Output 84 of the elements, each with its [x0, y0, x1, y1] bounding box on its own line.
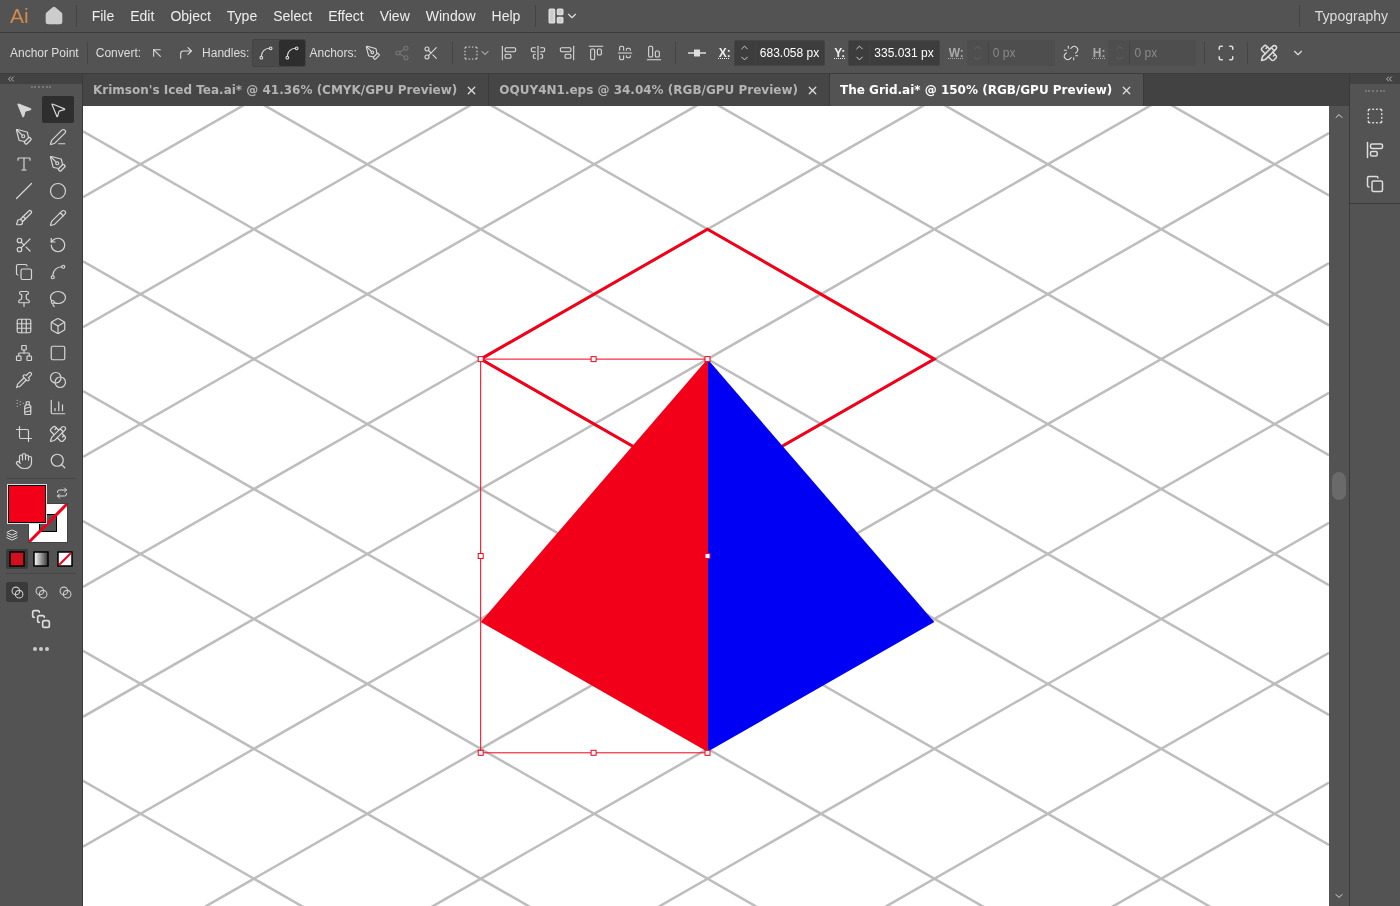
color-mode-button[interactable]	[6, 549, 28, 569]
field-label: X:	[718, 46, 731, 60]
handles-label: Handles:	[202, 46, 250, 60]
artboard-canvas[interactable]	[83, 106, 1329, 906]
collapse-icon[interactable]	[1384, 74, 1394, 84]
transform-icon	[1217, 44, 1236, 62]
tool-button[interactable]	[42, 96, 74, 123]
broken-link-icon	[1062, 45, 1079, 61]
color-mode-button[interactable]	[54, 549, 76, 569]
collapse-icon[interactable]	[6, 74, 16, 84]
none-square-icon	[57, 551, 73, 567]
handle-curve-icon	[258, 45, 275, 61]
number-field[interactable]: 335.031 px	[848, 40, 940, 66]
brush-icon	[15, 208, 33, 227]
reference-point-icon	[687, 49, 706, 57]
align-left-icon	[1366, 141, 1384, 159]
selection-bounding-box[interactable]	[477, 356, 711, 756]
overlapping-circles-icon	[34, 585, 48, 599]
number-field[interactable]: 683.058 px	[733, 40, 826, 66]
color-square-icon	[9, 551, 25, 567]
align-right-icon	[558, 45, 575, 61]
menu-item[interactable]: File	[85, 4, 121, 28]
grid-icon	[15, 316, 33, 335]
bar-chart-icon	[49, 397, 67, 416]
rotate-icon	[49, 235, 67, 254]
field-label: Y:	[834, 46, 846, 60]
swap-icon[interactable]	[56, 487, 68, 499]
lasso-icon	[49, 289, 67, 308]
workspace-switcher[interactable]: Typography	[1308, 8, 1394, 24]
menu-item[interactable]: Edit	[124, 4, 161, 28]
align-left-icon	[500, 45, 517, 61]
anchors-label: Anchors:	[309, 46, 357, 60]
crop-icon	[15, 424, 33, 443]
cube-icon	[49, 316, 67, 335]
align-middle-icon	[616, 45, 633, 61]
blend-circles-icon	[49, 370, 67, 389]
pencil-ruler-icon	[49, 424, 67, 443]
hollow-arrow-pointer-icon	[49, 100, 67, 119]
scale-squares-icon	[15, 262, 33, 281]
document-tab[interactable]: OQUY4N1.eps @ 34.04% (RGB/GPU Preview)	[489, 74, 830, 106]
menu-item[interactable]: Type	[220, 4, 264, 28]
squiggle-icon	[49, 262, 67, 281]
pen-icon	[49, 154, 67, 173]
spray-can-icon	[15, 397, 33, 416]
arrow-pointer-icon	[15, 100, 33, 119]
layout-icon	[547, 7, 566, 25]
menu-item[interactable]: Select	[267, 4, 319, 28]
field-label: W:	[948, 46, 964, 60]
scissors-icon	[15, 235, 33, 254]
line-icon	[15, 181, 33, 200]
type-icon	[15, 154, 33, 173]
eyedropper-icon	[15, 370, 33, 389]
handle-curve-icon	[284, 45, 301, 61]
draw-mode-button[interactable]	[6, 582, 28, 602]
field-label: H:	[1092, 46, 1106, 60]
pin-icon	[15, 289, 33, 308]
scissors-icon	[422, 45, 439, 61]
transform-icon	[1366, 107, 1384, 125]
more-icon	[33, 647, 49, 651]
stacked-screens-icon	[31, 609, 51, 629]
tool-name: Anchor Point	[10, 46, 79, 60]
handles-button[interactable]	[279, 40, 306, 66]
menu-item[interactable]: Help	[485, 4, 527, 28]
document-tab[interactable]: Krimson's Iced Tea.ai* @ 41.36% (CMYK/GPU Preview)	[83, 74, 490, 106]
menu-item[interactable]: Effect	[322, 4, 370, 28]
overlapping-squares-icon	[1366, 175, 1384, 193]
ellipse-icon	[49, 181, 67, 200]
color-mode-button[interactable]	[30, 549, 52, 569]
overlapping-circles-icon	[10, 585, 24, 599]
search-icon	[49, 451, 67, 470]
menu-item[interactable]: View	[373, 4, 416, 28]
fill-swatch[interactable]	[8, 485, 46, 523]
align-top-icon	[587, 45, 604, 61]
app-logo: Ai	[10, 4, 29, 28]
hand-icon	[15, 451, 33, 470]
align-bottom-icon	[645, 45, 662, 61]
align-to-icon	[462, 45, 479, 61]
align-center-icon	[529, 45, 546, 61]
overlapping-circles-icon	[58, 585, 72, 599]
home-icon	[43, 6, 64, 26]
menu-item[interactable]: Window	[419, 4, 482, 28]
convert-label: Convert:	[95, 46, 142, 60]
menu-item[interactable]: Object	[164, 4, 217, 28]
document-tab[interactable]: The Grid.ai* @ 150% (RGB/GPU Preview)	[830, 74, 1145, 106]
